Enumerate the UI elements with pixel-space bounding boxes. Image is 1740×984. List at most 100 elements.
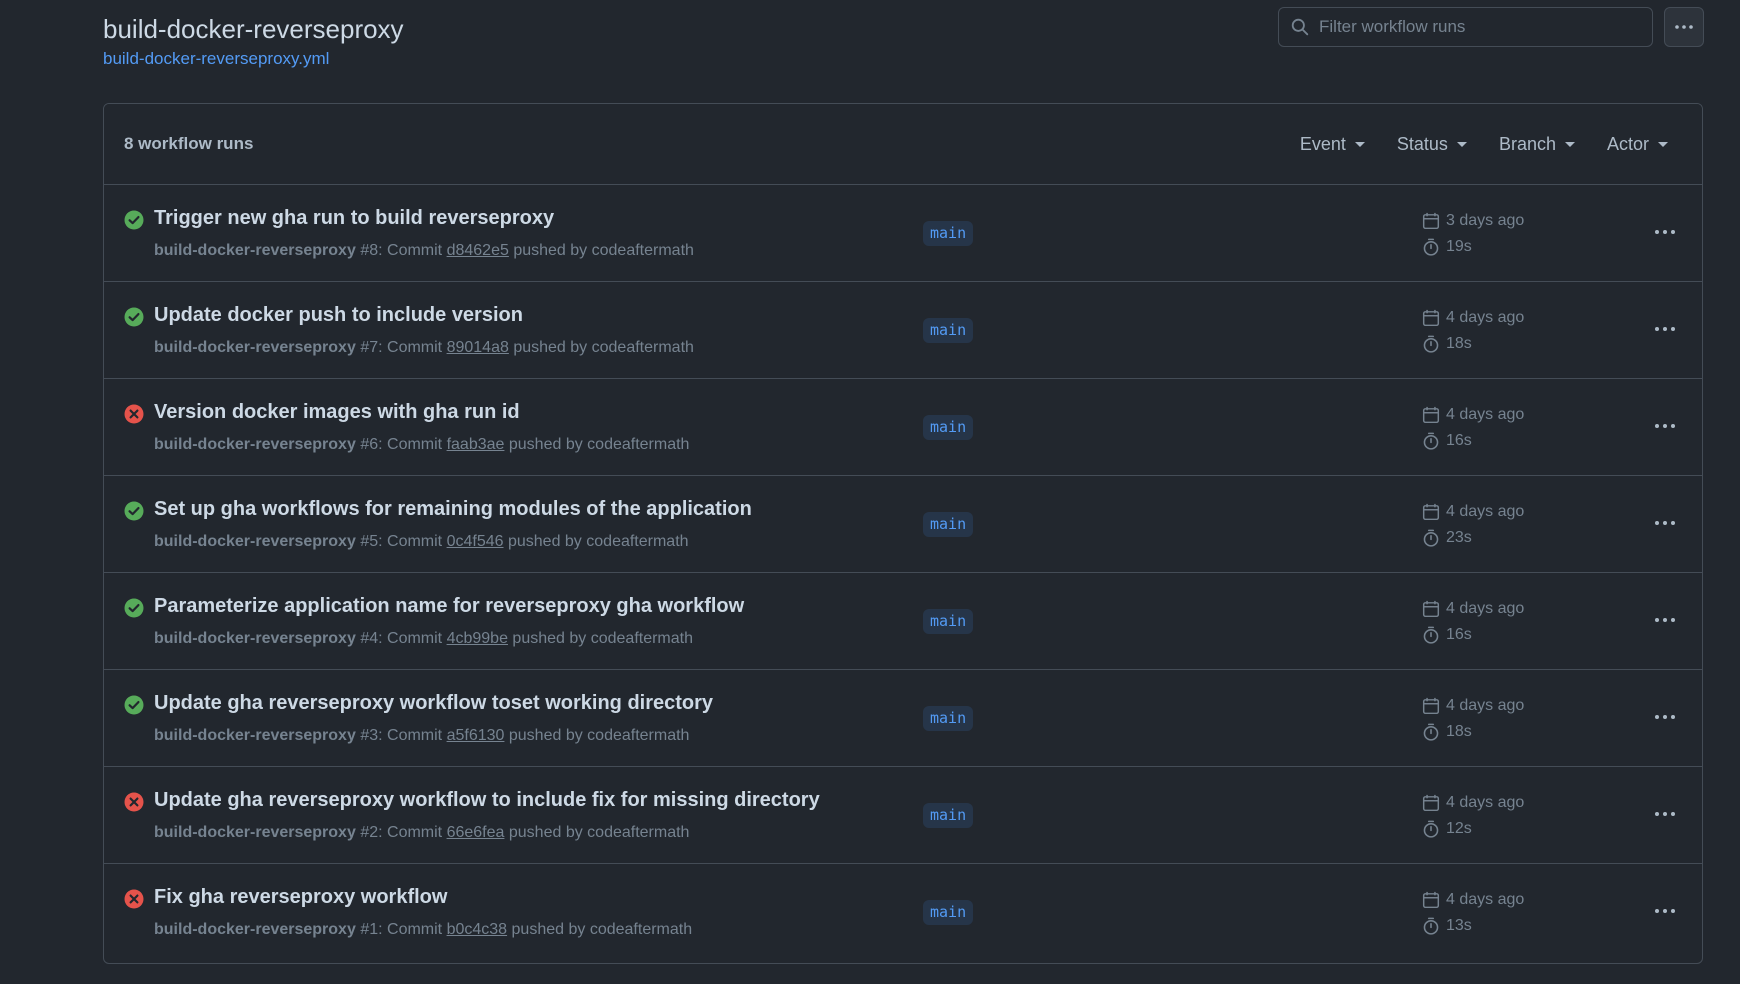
run-options-button[interactable] xyxy=(1649,897,1681,925)
commit-sha-link[interactable]: b0c4c38 xyxy=(447,921,508,938)
run-subtitle: build-docker-reverseproxy #1: Commit b0c… xyxy=(154,921,692,939)
run-title[interactable]: Set up gha workflows for remaining modul… xyxy=(154,498,752,521)
run-date-text: 3 days ago xyxy=(1446,212,1525,229)
stopwatch-icon xyxy=(1423,820,1439,838)
filter-runs-input[interactable] xyxy=(1309,8,1652,46)
workflow-file-link[interactable]: build-docker-reverseproxy.yml xyxy=(103,49,329,69)
run-title[interactable]: Fix gha reverseproxy workflow xyxy=(154,886,447,909)
check-circle-icon xyxy=(124,307,144,327)
calendar-icon xyxy=(1422,697,1440,715)
check-circle-icon xyxy=(124,501,144,521)
run-actor: codeaftermath xyxy=(586,533,689,550)
commit-sha-link[interactable]: 0c4f546 xyxy=(447,533,504,550)
run-duration: 23s xyxy=(1422,529,1472,547)
pushed-by-label: pushed by xyxy=(513,339,588,356)
workflow-run-row[interactable]: Version docker images with gha run id bu… xyxy=(104,379,1702,476)
branch-label[interactable]: main xyxy=(923,512,974,537)
run-duration: 18s xyxy=(1422,723,1472,741)
run-options-button[interactable] xyxy=(1649,315,1681,343)
workflow-run-row[interactable]: Update gha reverseproxy workflow to incl… xyxy=(104,767,1702,864)
run-options-button[interactable] xyxy=(1649,606,1681,634)
run-title[interactable]: Update gha reverseproxy workflow toset w… xyxy=(154,692,713,715)
filter-runs-search[interactable] xyxy=(1278,7,1653,47)
run-options-button[interactable] xyxy=(1649,703,1681,731)
workflow-run-row[interactable]: Update gha reverseproxy workflow toset w… xyxy=(104,670,1702,767)
commit-sha-link[interactable]: 4cb99be xyxy=(447,630,508,647)
run-date: 4 days ago xyxy=(1422,600,1524,618)
run-title[interactable]: Update gha reverseproxy workflow to incl… xyxy=(154,789,820,812)
commit-prefix: Commit xyxy=(387,242,443,259)
actor-filter[interactable]: Actor xyxy=(1607,134,1668,155)
caret-down-icon xyxy=(1354,141,1365,147)
caret-down-icon xyxy=(1658,141,1668,147)
branch-label[interactable]: main xyxy=(923,318,974,343)
status-filter-label: Status xyxy=(1396,133,1448,154)
branch-label[interactable]: main xyxy=(923,900,974,925)
run-title[interactable]: Parameterize application name for revers… xyxy=(154,595,744,618)
commit-sha-link[interactable]: 66e6fea xyxy=(447,824,505,841)
run-date: 4 days ago xyxy=(1422,309,1524,327)
commit-sha-link[interactable]: faab3ae xyxy=(447,436,505,453)
run-duration: 19s xyxy=(1422,238,1472,256)
run-actor: codeaftermath xyxy=(589,921,693,938)
event-filter-label: Event xyxy=(1299,133,1346,154)
run-options-button[interactable] xyxy=(1649,800,1681,828)
run-title[interactable]: Update docker push to include version xyxy=(154,304,523,327)
kebab-horizontal-icon xyxy=(1655,424,1675,428)
status-filter[interactable]: Status xyxy=(1397,134,1467,155)
commit-sha-link[interactable]: 89014a8 xyxy=(447,339,509,356)
run-duration: 18s xyxy=(1422,335,1472,353)
run-date: 4 days ago xyxy=(1422,406,1524,424)
run-actor: codeaftermath xyxy=(590,630,693,647)
workflow-run-row[interactable]: Fix gha reverseproxy workflow build-dock… xyxy=(104,864,1702,961)
run-date: 3 days ago xyxy=(1422,212,1524,230)
branch-label[interactable]: main xyxy=(923,706,974,731)
commit-prefix: Commit xyxy=(387,339,443,356)
workflow-run-row[interactable]: Parameterize application name for revers… xyxy=(104,573,1702,670)
run-duration-text: 23s xyxy=(1446,529,1472,546)
run-title[interactable]: Version docker images with gha run id xyxy=(154,401,520,424)
pushed-by-label: pushed by xyxy=(512,630,587,647)
calendar-icon xyxy=(1422,503,1440,521)
stopwatch-icon xyxy=(1423,335,1439,353)
runs-list-header: 8 workflow runs Event Status Branch Acto… xyxy=(104,104,1702,185)
kebab-horizontal-icon xyxy=(1655,812,1675,816)
run-date: 4 days ago xyxy=(1422,794,1524,812)
branch-label[interactable]: main xyxy=(923,803,974,828)
run-workflow-name: build-docker-reverseproxy xyxy=(154,533,356,550)
search-icon xyxy=(1291,18,1309,36)
branch-label[interactable]: main xyxy=(923,415,974,440)
run-date-text: 4 days ago xyxy=(1446,406,1525,423)
workflow-run-row[interactable]: Set up gha workflows for remaining modul… xyxy=(104,476,1702,573)
run-number: #8: xyxy=(360,242,383,259)
pushed-by-label: pushed by xyxy=(508,436,583,453)
workflow-options-button[interactable] xyxy=(1664,7,1704,47)
run-duration-text: 18s xyxy=(1446,335,1472,352)
run-number: #7: xyxy=(360,339,383,356)
workflow-run-row[interactable]: Trigger new gha run to build reverseprox… xyxy=(104,185,1702,282)
branch-label[interactable]: main xyxy=(923,221,974,246)
workflow-run-row[interactable]: Update docker push to include version bu… xyxy=(104,282,1702,379)
run-title[interactable]: Trigger new gha run to build reverseprox… xyxy=(154,207,554,230)
commit-prefix: Commit xyxy=(387,630,443,647)
branch-label[interactable]: main xyxy=(923,609,974,634)
commit-sha-link[interactable]: a5f6130 xyxy=(447,727,505,744)
run-options-button[interactable] xyxy=(1649,412,1681,440)
stopwatch-icon xyxy=(1423,723,1439,741)
pushed-by-label: pushed by xyxy=(508,727,583,744)
check-circle-icon xyxy=(124,598,144,618)
run-date: 4 days ago xyxy=(1422,891,1524,909)
run-workflow-name: build-docker-reverseproxy xyxy=(154,436,356,453)
run-actor: codeaftermath xyxy=(591,242,694,259)
run-options-button[interactable] xyxy=(1649,509,1681,537)
runs-rows: Trigger new gha run to build reverseprox… xyxy=(104,185,1702,961)
commit-prefix: Commit xyxy=(387,921,443,938)
commit-sha-link[interactable]: d8462e5 xyxy=(447,242,509,259)
run-options-button[interactable] xyxy=(1649,218,1681,246)
check-circle-icon xyxy=(124,210,144,230)
event-filter[interactable]: Event xyxy=(1300,134,1365,155)
run-date-text: 4 days ago xyxy=(1446,697,1525,714)
kebab-horizontal-icon xyxy=(1655,521,1675,525)
kebab-horizontal-icon xyxy=(1655,909,1675,913)
branch-filter[interactable]: Branch xyxy=(1499,134,1575,155)
